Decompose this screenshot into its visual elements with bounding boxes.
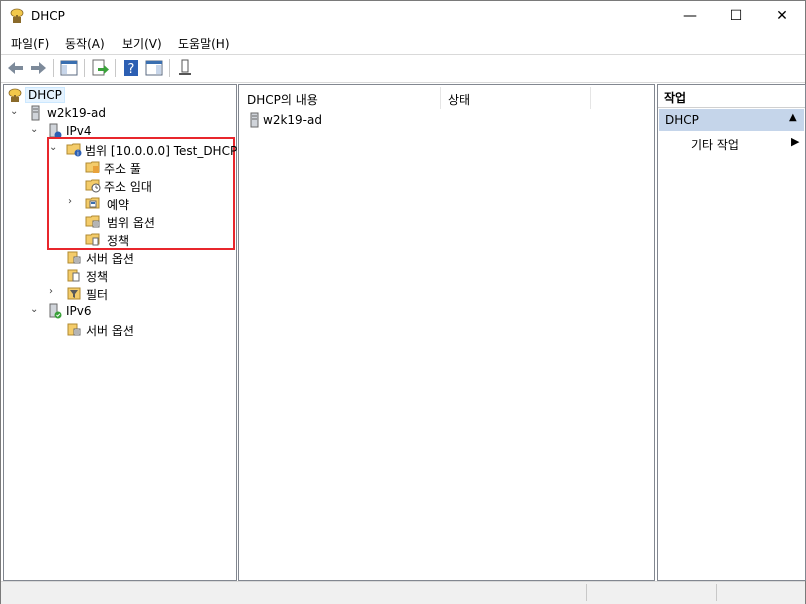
collapse-up-icon[interactable]: ▲ [789, 112, 797, 123]
tree-node-address-leases[interactable]: 주소 임대 [4, 176, 234, 194]
action-more-actions-label: 기타 작업 [691, 138, 739, 152]
tree-label-address-leases: 주소 임대 [104, 180, 152, 194]
export-list-icon[interactable] [90, 58, 110, 78]
chevron-down-icon[interactable]: ⌄ [10, 107, 20, 117]
status-cell [586, 584, 587, 601]
back-arrow-icon[interactable] [6, 58, 26, 78]
chevron-down-icon[interactable]: ⌄ [49, 143, 59, 153]
minimize-button[interactable]: — [667, 1, 713, 31]
maximize-button[interactable]: ☐ [713, 1, 759, 31]
console-tree: DHCP ⌄ w2k19-ad ⌄ IPv4 ⌄ i 범위 [10.0.0.0]… [3, 84, 237, 581]
menu-file[interactable]: 파일(F) [11, 35, 49, 52]
tree-label-server: w2k19-ad [47, 106, 106, 120]
address-leases-icon [85, 179, 101, 193]
tree-label-scope-policies: 정책 [107, 234, 130, 248]
column-divider[interactable] [590, 87, 591, 109]
tree-node-filters[interactable]: › 필터 [4, 284, 234, 303]
svg-text:?: ? [128, 62, 135, 77]
tree-node-address-pool[interactable]: 주소 풀 [4, 158, 234, 176]
server-options-icon [67, 251, 81, 264]
tree-node-scope-policies[interactable]: 정책 [4, 230, 234, 248]
action-pane-icon[interactable] [144, 58, 164, 78]
console-tree-icon[interactable] [59, 58, 79, 78]
dhcp-trophy-icon [8, 88, 22, 102]
menu-help[interactable]: 도움말(H) [178, 35, 230, 52]
status-cell [716, 584, 717, 601]
help-icon[interactable]: ? [121, 58, 141, 78]
tree-label-server-options: 서버 옵션 [86, 252, 134, 266]
tree-label-reservations: 예약 [107, 198, 130, 212]
toolbar-separator [84, 59, 85, 77]
tree-label-dhcp: DHCP [25, 87, 65, 103]
scope-folder-icon: i [66, 143, 82, 157]
server-icon [31, 105, 40, 121]
policies-icon [67, 269, 80, 282]
server-icon [250, 112, 259, 128]
tree-node-server-options[interactable]: 서버 옵션 [4, 248, 234, 266]
menu-bar: 파일(F) 동작(A) 보기(V) 도움말(H) [1, 31, 805, 53]
menu-action[interactable]: 동작(A) [65, 35, 105, 52]
toolbar-separator [169, 59, 170, 77]
tree-label-address-pool: 주소 풀 [104, 162, 141, 176]
tree-label-ipv6: IPv6 [66, 304, 92, 318]
list-item-name: w2k19-ad [263, 113, 322, 127]
menu-view[interactable]: 보기(V) [122, 35, 162, 52]
forward-arrow-icon[interactable] [28, 58, 48, 78]
tree-node-policies[interactable]: 정책 [4, 266, 234, 284]
actions-title: 작업 [664, 91, 687, 105]
tree-node-server[interactable]: ⌄ w2k19-ad [4, 104, 234, 122]
chevron-right-icon[interactable]: › [49, 287, 59, 297]
tree-label-scope-options: 범위 옵션 [107, 216, 155, 230]
reservations-icon [85, 197, 100, 209]
tree-node-reservations[interactable]: › 예약 [4, 194, 234, 213]
tree-node-scope[interactable]: ⌄ i 범위 [10.0.0.0] Test_DHCP [4, 140, 238, 159]
tree-node-scope-options[interactable]: 범위 옵션 [4, 212, 234, 230]
address-pool-icon [85, 161, 100, 173]
column-header-row: DHCP의 내용 상태 [239, 85, 654, 111]
actions-section-dhcp[interactable]: DHCP ▲ [659, 109, 804, 131]
status-bar [1, 581, 805, 604]
ipv6-server-icon [49, 303, 62, 319]
tree-label-policies: 정책 [86, 270, 109, 284]
action-more-actions[interactable]: 기타 작업 ▶ [659, 133, 804, 153]
column-divider[interactable] [440, 87, 441, 109]
tree-node-ipv6-server-options[interactable]: 서버 옵션 [4, 320, 234, 338]
result-pane: DHCP의 내용 상태 w2k19-ad [238, 84, 655, 581]
filter-icon [67, 287, 81, 300]
chevron-down-icon[interactable]: ⌄ [30, 305, 40, 315]
tree-label-scope: 범위 [10.0.0.0] Test_DHCP [85, 144, 238, 158]
tree-node-dhcp[interactable]: DHCP [4, 86, 234, 104]
tree-label-ipv4: IPv4 [66, 124, 92, 138]
toolbar-separator [115, 59, 116, 77]
title-bar: DHCP — ☐ ✕ [1, 1, 805, 31]
toolbar-separator [53, 59, 54, 77]
tree-label-filters: 필터 [86, 288, 109, 302]
tree-node-ipv6[interactable]: ⌄ IPv6 [4, 302, 234, 320]
actions-header: 작업 [658, 85, 805, 108]
list-item[interactable]: w2k19-ad [243, 111, 643, 129]
chevron-down-icon[interactable]: ⌄ [30, 125, 40, 135]
policies-icon [85, 233, 100, 246]
actions-section-label: DHCP [665, 113, 699, 127]
chevron-right-icon[interactable]: › [68, 197, 78, 207]
server-tool-icon[interactable] [175, 58, 195, 78]
dhcp-window: DHCP — ☐ ✕ 파일(F) 동작(A) 보기(V) 도움말(H) ? DH… [0, 0, 806, 604]
server-options-icon [67, 323, 81, 336]
actions-pane: 작업 DHCP ▲ 기타 작업 ▶ [657, 84, 806, 581]
close-button[interactable]: ✕ [759, 1, 805, 31]
scope-options-icon [85, 215, 100, 228]
window-title: DHCP [31, 9, 65, 23]
tree-label-ipv6-server-options: 서버 옵션 [86, 324, 134, 338]
toolbar: ? [1, 54, 805, 83]
dhcp-app-icon [10, 8, 24, 23]
submenu-arrow-icon: ▶ [791, 135, 800, 148]
